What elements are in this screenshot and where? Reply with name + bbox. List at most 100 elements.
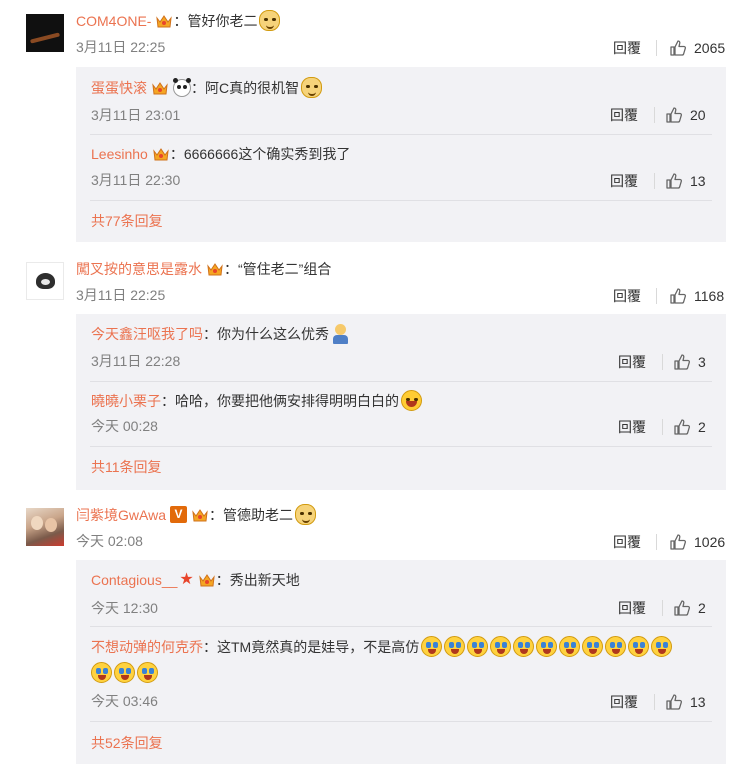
thumbs-up-icon bbox=[666, 694, 683, 710]
like-button[interactable]: 3 bbox=[673, 352, 706, 372]
reply-line-continued bbox=[89, 662, 158, 683]
laugh-cry-emoji-icon bbox=[651, 636, 673, 657]
like-button[interactable]: 1026 bbox=[669, 532, 725, 552]
username[interactable]: Leesinho bbox=[91, 144, 148, 164]
divider bbox=[662, 600, 663, 616]
thumbs-up-icon bbox=[674, 600, 691, 616]
like-button[interactable]: 1168 bbox=[669, 286, 724, 306]
reply-button[interactable]: 回覆 bbox=[618, 417, 646, 437]
reply-text: 6666666这个确实秀到我了 bbox=[183, 146, 351, 162]
crown-badge-icon[interactable] bbox=[206, 260, 224, 278]
crown-badge-icon[interactable] bbox=[151, 79, 169, 97]
like-button[interactable]: 2 bbox=[673, 598, 706, 618]
person-emoji-icon bbox=[332, 324, 348, 344]
reply-text: 哈哈，你要把他俩安排得明明白白的 bbox=[175, 392, 399, 409]
username[interactable]: 不想动弹的何克乔 bbox=[91, 637, 203, 657]
timestamp: 3月11日 22:25 bbox=[76, 287, 166, 303]
comment-text: 管好你老二 bbox=[187, 12, 258, 29]
crown-badge-icon[interactable] bbox=[198, 571, 216, 589]
like-button[interactable]: 20 bbox=[665, 105, 706, 125]
avatar[interactable] bbox=[26, 14, 64, 52]
reply-text: 阿C真的很机智 bbox=[205, 79, 300, 96]
reply-button[interactable]: 回覆 bbox=[618, 352, 646, 372]
reply-button[interactable]: 回覆 bbox=[613, 38, 641, 58]
laugh-cry-emoji-icon bbox=[91, 662, 112, 683]
timestamp: 今天 03:46 bbox=[91, 693, 158, 709]
like-button[interactable]: 2 bbox=[673, 417, 706, 437]
timestamp: 3月11日 23:01 bbox=[91, 107, 181, 123]
laugh-cry-emoji-icon bbox=[513, 636, 535, 657]
like-count: 2 bbox=[698, 600, 706, 616]
username[interactable]: Contagious__ bbox=[91, 570, 177, 590]
divider bbox=[662, 354, 663, 370]
comment-line: 闫紫境GwAwa V ： 管德助老二 bbox=[76, 504, 316, 525]
reply-line: 蛋蛋快滚 ： 阿C真的很机智 bbox=[91, 77, 323, 98]
reply-line: 不想动弹的何克乔 ： 这TM竟然真的是娃导，不是高仿 bbox=[91, 636, 673, 657]
divider bbox=[656, 288, 657, 304]
divider bbox=[90, 200, 712, 201]
divider bbox=[90, 721, 712, 722]
like-count: 13 bbox=[690, 173, 706, 189]
reply-line: 曉曉小栗子 ： 哈哈，你要把他俩安排得明明白白的 bbox=[91, 390, 422, 411]
username[interactable]: 今天鑫汪呕我了吗 bbox=[91, 324, 203, 344]
reply-list: Contagious__ ★ ： 秀出新天地 今天 12:30 回覆 2 不想动… bbox=[76, 560, 726, 764]
reply-button[interactable]: 回覆 bbox=[613, 532, 641, 552]
more-replies-link[interactable]: 共11条回复 bbox=[91, 457, 162, 477]
laugh-cry-emoji-icon bbox=[421, 636, 443, 657]
like-count: 20 bbox=[690, 107, 706, 123]
laugh-cry-emoji-icon bbox=[137, 662, 158, 683]
crown-badge-icon[interactable] bbox=[191, 506, 209, 524]
like-count: 1026 bbox=[694, 534, 726, 550]
username[interactable]: 闫紫境GwAwa bbox=[76, 505, 166, 525]
reply-button[interactable]: 回覆 bbox=[613, 286, 641, 306]
like-count: 13 bbox=[690, 694, 706, 710]
verified-badge-icon[interactable]: V bbox=[169, 506, 187, 523]
like-count: 2 bbox=[698, 419, 706, 435]
like-button[interactable]: 13 bbox=[665, 692, 706, 712]
panda-emoji-icon bbox=[173, 77, 191, 97]
divider bbox=[90, 134, 712, 135]
reply-line: Leesinho ： 6666666这个确实秀到我了 bbox=[91, 144, 351, 164]
avatar[interactable] bbox=[26, 508, 64, 546]
username[interactable]: COM4ONE- bbox=[76, 11, 151, 31]
username[interactable]: 蛋蛋快滚 bbox=[91, 78, 147, 98]
thumbs-up-icon bbox=[666, 173, 683, 189]
like-count: 2065 bbox=[694, 40, 726, 56]
reply-button[interactable]: 回覆 bbox=[618, 598, 646, 618]
more-replies-link[interactable]: 共77条回复 bbox=[91, 211, 163, 231]
username[interactable]: 曉曉小栗子 bbox=[91, 391, 161, 411]
doge-emoji-icon bbox=[259, 10, 281, 31]
like-button[interactable]: 13 bbox=[665, 171, 706, 191]
doge-emoji-icon bbox=[294, 504, 316, 525]
timestamp: 今天 00:28 bbox=[91, 418, 158, 434]
timestamp: 3月11日 22:28 bbox=[91, 353, 181, 369]
more-replies-link[interactable]: 共52条回复 bbox=[91, 733, 163, 753]
laugh-cry-emoji-icon bbox=[536, 636, 558, 657]
laugh-cry-emoji-icon bbox=[605, 636, 627, 657]
star-badge-icon: ★ bbox=[179, 571, 194, 588]
divider bbox=[654, 694, 655, 710]
divider bbox=[654, 173, 655, 189]
thumbs-up-icon bbox=[674, 354, 691, 370]
laugh-cry-emoji-icon bbox=[444, 636, 466, 657]
reply-text: 这TM竟然真的是娃导，不是高仿 bbox=[217, 638, 420, 655]
reply-list: 蛋蛋快滚 ： 阿C真的很机智 3月11日 23:01 回覆 20 Leesinh… bbox=[76, 67, 726, 242]
comment-text: “管住老二”组合 bbox=[238, 261, 332, 277]
comment-line: COM4ONE- ： 管好你老二 bbox=[76, 10, 281, 31]
crown-badge-icon[interactable] bbox=[155, 12, 173, 30]
like-button[interactable]: 2065 bbox=[669, 38, 725, 58]
divider bbox=[656, 40, 657, 56]
reply-button[interactable]: 回覆 bbox=[610, 692, 638, 712]
reply-button[interactable]: 回覆 bbox=[610, 171, 638, 191]
username[interactable]: 闖叉按的意思是露水 bbox=[76, 259, 202, 279]
laugh-cry-emoji-icon bbox=[467, 636, 489, 657]
timestamp: 3月11日 22:25 bbox=[76, 39, 166, 55]
thumbs-up-icon bbox=[666, 107, 683, 123]
timestamp: 今天 02:08 bbox=[76, 533, 143, 549]
divider bbox=[90, 381, 712, 382]
crown-badge-icon[interactable] bbox=[152, 145, 170, 163]
reply-button[interactable]: 回覆 bbox=[610, 105, 638, 125]
avatar[interactable] bbox=[26, 262, 64, 300]
laugh-cry-emoji-icon bbox=[114, 662, 135, 683]
thumbs-up-icon bbox=[670, 40, 687, 56]
